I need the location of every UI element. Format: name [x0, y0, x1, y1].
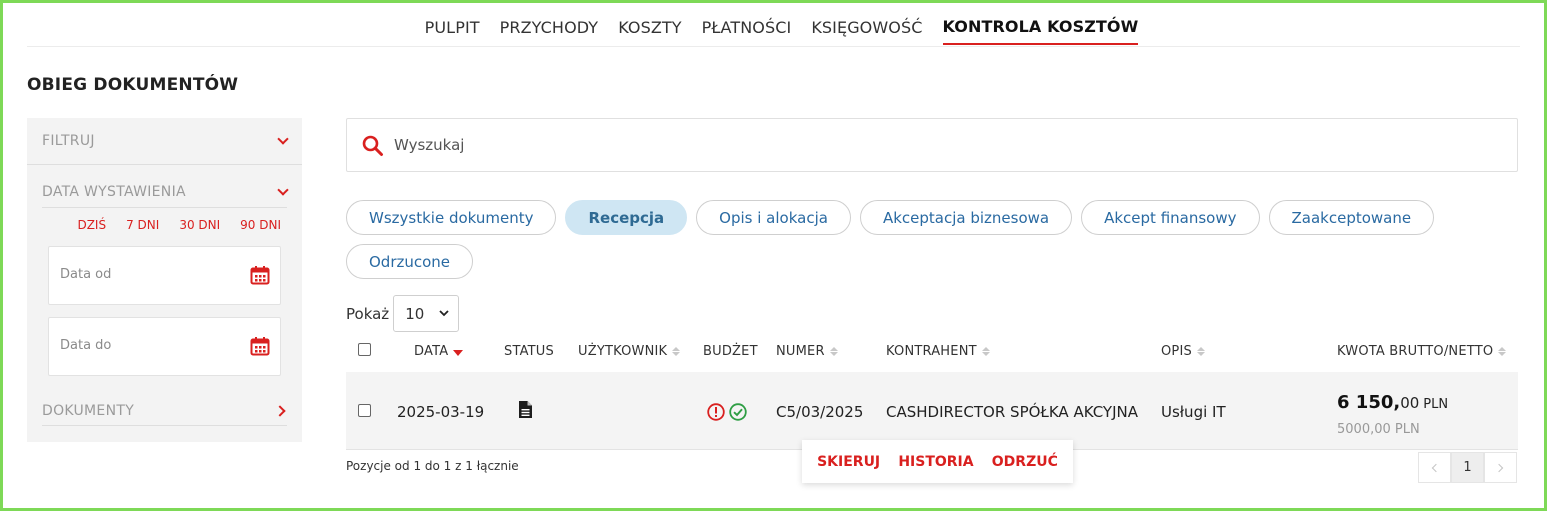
page-size-control: Pokaż 10: [346, 295, 460, 332]
range-30-days[interactable]: 30 DNI: [179, 218, 220, 232]
chevron-left-icon: [1431, 463, 1441, 472]
col-description[interactable]: OPIS: [1161, 344, 1205, 359]
date-to-field[interactable]: Data do: [48, 317, 281, 376]
calendar-icon[interactable]: [250, 265, 270, 285]
nav-platnosci[interactable]: PŁATNOŚCI: [702, 10, 792, 44]
filter-label: FILTRUJ: [42, 133, 95, 149]
search-icon: [362, 135, 383, 156]
sort-icon: [1498, 347, 1507, 356]
sort-icon: [1196, 347, 1205, 356]
nav-kontrola-kosztow[interactable]: KONTROLA KOSZTÓW: [942, 9, 1139, 45]
chevron-down-icon: [277, 184, 289, 196]
col-number-label: NUMER: [776, 344, 825, 359]
gross-currency: PLN: [1423, 397, 1449, 412]
col-budget-label: BUDŻET: [703, 344, 758, 359]
nav-pulpit[interactable]: PULPIT: [425, 10, 480, 44]
date-from-field[interactable]: Data od: [48, 246, 281, 305]
col-date[interactable]: DATA: [414, 344, 464, 359]
warning-circle-icon: [707, 403, 725, 421]
date-to-placeholder: Data do: [60, 338, 112, 353]
sort-icon: [981, 347, 990, 356]
sort-desc-icon: [453, 350, 464, 356]
top-nav: PULPIT PRZYCHODY KOSZTY PŁATNOŚCI KSIĘGO…: [27, 3, 1520, 47]
col-status-label: STATUS: [504, 344, 554, 359]
row-description: Usługi IT: [1161, 403, 1226, 421]
col-amount[interactable]: KWOTA BRUTTO/NETTO: [1337, 344, 1507, 359]
row-number: C5/03/2025: [776, 403, 864, 421]
gross-main: 6 150,: [1337, 392, 1401, 413]
chevron-right-icon: [1494, 463, 1504, 472]
check-circle-icon: [729, 403, 747, 421]
select-all-checkbox[interactable]: [358, 343, 371, 356]
row-net-amount: 5000,00 PLN: [1337, 422, 1420, 437]
divider: [42, 207, 287, 208]
chevron-down-icon: [439, 310, 449, 317]
nav-przychody[interactable]: PRZYCHODY: [500, 10, 599, 44]
row-date: 2025-03-19: [397, 403, 485, 421]
tab-reception[interactable]: Recepcja: [565, 200, 688, 235]
direct-button[interactable]: SKIERUJ: [817, 454, 880, 470]
nav-koszty[interactable]: KOSZTY: [618, 10, 681, 44]
range-7-days[interactable]: 7 DNI: [126, 218, 159, 232]
date-from-placeholder: Data od: [60, 267, 112, 282]
range-90-days[interactable]: 90 DNI: [240, 218, 281, 232]
search-box: [346, 118, 1518, 172]
search-input[interactable]: [392, 133, 1492, 157]
page-size-label: Pokaż: [346, 304, 390, 323]
sort-icon: [829, 347, 838, 356]
tab-financial-approval[interactable]: Akcept finansowy: [1081, 200, 1260, 235]
pagination: 1: [1418, 452, 1517, 483]
page-title: OBIEG DOKUMENTÓW: [27, 75, 239, 95]
col-budget: BUDŻET: [703, 344, 758, 359]
app-frame: PULPIT PRZYCHODY KOSZTY PŁATNOŚCI KSIĘGO…: [0, 0, 1547, 511]
row-gross-amount: 6 150,00 PLN: [1337, 392, 1448, 413]
range-today[interactable]: DZIŚ: [77, 218, 106, 232]
sort-icon: [672, 347, 681, 356]
tab-rejected[interactable]: Odrzucone: [346, 244, 474, 279]
filter-sidebar: FILTRUJ DATA WYSTAWIENIA DZIŚ 7 DNI 30 D…: [27, 118, 302, 442]
col-description-label: OPIS: [1161, 344, 1192, 359]
col-number[interactable]: NUMER: [776, 344, 838, 359]
tab-business-approval[interactable]: Akceptacja biznesowa: [859, 200, 1073, 235]
row-actions-menu: SKIERUJ HISTORIA ODRZUĆ: [802, 440, 1073, 483]
table-row[interactable]: 2025-03-19 C5/03/2025 CASHDIRECTOR SPÓŁK…: [346, 372, 1518, 450]
col-date-label: DATA: [414, 344, 449, 359]
col-status: STATUS: [504, 344, 554, 359]
col-amount-label: KWOTA BRUTTO/NETTO: [1337, 344, 1494, 359]
documents-toggle[interactable]: DOKUMENTY: [42, 400, 287, 422]
history-button[interactable]: HISTORIA: [898, 454, 973, 470]
prev-page-button[interactable]: [1418, 452, 1451, 483]
page-button-current[interactable]: 1: [1451, 452, 1484, 483]
row-checkbox[interactable]: [358, 404, 371, 417]
tab-all-documents[interactable]: Wszystkie dokumenty: [346, 200, 557, 235]
col-contractor-label: KONTRAHENT: [886, 344, 977, 359]
status-tabs: Wszystkie dokumenty Recepcja Opis i alok…: [346, 200, 1486, 279]
row-contractor: CASHDIRECTOR SPÓŁKA AKCYJNA: [886, 403, 1139, 421]
col-user-label: UŻYTKOWNIK: [578, 344, 668, 359]
col-contractor[interactable]: KONTRAHENT: [886, 344, 990, 359]
next-page-button[interactable]: [1484, 452, 1517, 483]
reject-button[interactable]: ODRZUĆ: [992, 454, 1058, 470]
col-user[interactable]: UŻYTKOWNIK: [578, 344, 681, 359]
pagination-summary: Pozycje od 1 do 1 z 1 łącznie: [346, 459, 519, 473]
page-size-select[interactable]: 10: [393, 295, 460, 332]
documents-label: DOKUMENTY: [42, 403, 135, 419]
page-size-value: 10: [405, 304, 425, 323]
divider: [27, 164, 302, 165]
chevron-down-icon: [277, 133, 289, 145]
tab-description-allocation[interactable]: Opis i alokacja: [696, 200, 851, 235]
gross-decimals: 00: [1400, 394, 1420, 412]
quick-date-ranges: DZIŚ 7 DNI 30 DNI 90 DNI: [77, 218, 281, 232]
document-icon[interactable]: [518, 400, 533, 419]
divider: [42, 425, 287, 426]
tab-approved[interactable]: Zaakceptowane: [1268, 200, 1435, 235]
filter-toggle[interactable]: FILTRUJ: [42, 130, 289, 152]
issue-date-toggle[interactable]: DATA WYSTAWIENIA: [42, 181, 289, 203]
calendar-icon[interactable]: [250, 336, 270, 356]
issue-date-label: DATA WYSTAWIENIA: [42, 184, 186, 200]
chevron-right-icon: [274, 405, 286, 417]
nav-ksiegowosc[interactable]: KSIĘGOWOŚĆ: [811, 10, 922, 44]
